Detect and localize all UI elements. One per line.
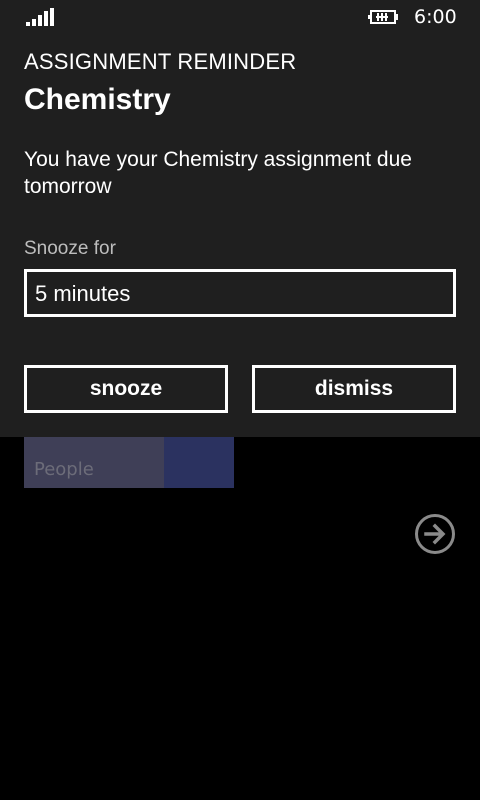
arrow-right-circle-icon[interactable] (414, 513, 456, 555)
phone-screen: 6:00 People ASSIGNMENT REMINDER Chemistr… (0, 0, 480, 800)
reminder-message: You have your Chemistry assignment due t… (24, 148, 412, 198)
snooze-label: Snooze for (24, 238, 116, 259)
signal-strength-icon (26, 8, 54, 26)
snooze-duration-select[interactable]: 5 minutes (24, 269, 456, 317)
snooze-button[interactable]: snooze (24, 365, 228, 413)
battery-charging-icon (368, 10, 398, 24)
app-name: ASSIGNMENT REMINDER (24, 49, 297, 74)
tile-label: People (34, 459, 94, 480)
status-bar: 6:00 (0, 0, 480, 34)
reminder-dialog: ASSIGNMENT REMINDER Chemistry You have y… (0, 0, 480, 437)
snooze-duration-value: 5 minutes (35, 281, 131, 306)
dismiss-button[interactable]: dismiss (252, 365, 456, 413)
reminder-title: Chemistry (24, 83, 171, 116)
status-time: 6:00 (414, 6, 457, 28)
